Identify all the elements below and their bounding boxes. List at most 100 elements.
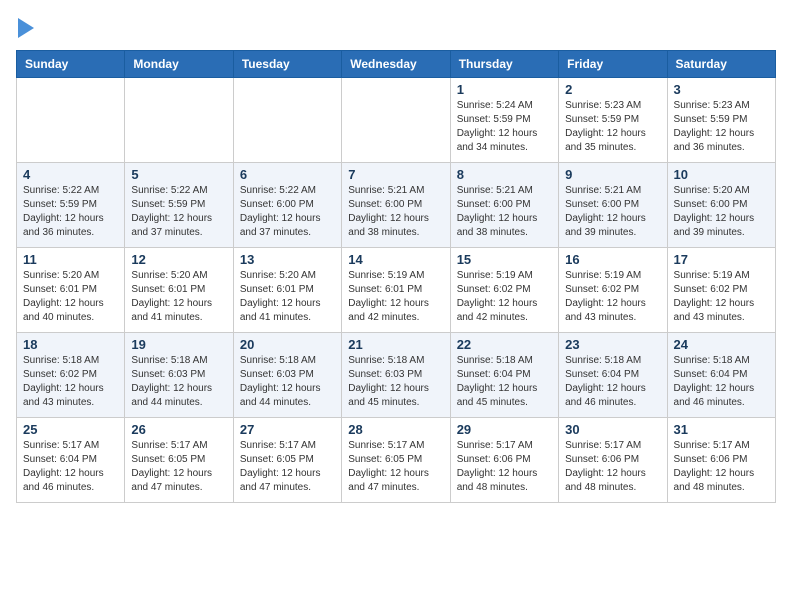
calendar-cell: 13 Sunrise: 5:20 AM Sunset: 6:01 PM Dayli… xyxy=(233,248,341,333)
day-info: Sunrise: 5:20 AM Sunset: 6:00 PM Dayligh… xyxy=(674,184,769,240)
day-info: Sunrise: 5:21 AM Sunset: 6:00 PM Dayligh… xyxy=(457,184,552,240)
calendar-cell: 1Sunrise: 5:24 AM Sunset: 5:59 PM Daylig… xyxy=(450,78,558,163)
calendar-cell: 20Sunrise: 5:18 AM Sunset: 6:03 PM Dayli… xyxy=(233,333,341,418)
day-number: 28 xyxy=(348,422,443,437)
day-info: Sunrise: 5:17 AM Sunset: 6:06 PM Dayligh… xyxy=(457,439,552,495)
day-number: 18 xyxy=(23,337,118,352)
calendar-cell: 25Sunrise: 5:17 AM Sunset: 6:04 PM Dayli… xyxy=(17,418,125,503)
calendar-cell: 2 Sunrise: 5:23 AM Sunset: 5:59 PM Daylig… xyxy=(559,78,667,163)
weekday-header-friday: Friday xyxy=(559,51,667,78)
day-number: 24 xyxy=(674,337,769,352)
day-number: 11 xyxy=(23,252,118,267)
day-number: 6 xyxy=(240,167,335,182)
weekday-header-saturday: Saturday xyxy=(667,51,775,78)
day-info: Sunrise: 5:19 AM Sunset: 6:02 PM Dayligh… xyxy=(565,269,660,325)
logo-arrow-icon xyxy=(18,18,34,38)
day-number: 27 xyxy=(240,422,335,437)
calendar-cell: 15 Sunrise: 5:19 AM Sunset: 6:02 PM Dayli… xyxy=(450,248,558,333)
calendar-week-4: 18 Sunrise: 5:18 AM Sunset: 6:02 PM Dayli… xyxy=(17,333,776,418)
calendar-cell: 29 Sunrise: 5:17 AM Sunset: 6:06 PM Dayli… xyxy=(450,418,558,503)
calendar-cell: 11 Sunrise: 5:20 AM Sunset: 6:01 PM Dayli… xyxy=(17,248,125,333)
weekday-header-row: SundayMondayTuesdayWednesdayThursdayFrid… xyxy=(17,51,776,78)
day-info: Sunrise: 5:20 AM Sunset: 6:01 PM Dayligh… xyxy=(23,269,118,325)
day-info: Sunrise: 5:18 AM Sunset: 6:04 PM Dayligh… xyxy=(457,354,552,410)
day-info: Sunrise: 5:17 AM Sunset: 6:06 PM Dayligh… xyxy=(565,439,660,495)
calendar-cell: 6 Sunrise: 5:22 AM Sunset: 6:00 PM Daylig… xyxy=(233,163,341,248)
weekday-header-sunday: Sunday xyxy=(17,51,125,78)
day-number: 31 xyxy=(674,422,769,437)
calendar-cell: 26 Sunrise: 5:17 AM Sunset: 6:05 PM Dayli… xyxy=(125,418,233,503)
day-info: Sunrise: 5:22 AM Sunset: 6:00 PM Dayligh… xyxy=(240,184,335,240)
day-info: Sunrise: 5:17 AM Sunset: 6:05 PM Dayligh… xyxy=(131,439,226,495)
day-info: Sunrise: 5:21 AM Sunset: 6:00 PM Dayligh… xyxy=(565,184,660,240)
day-number: 20 xyxy=(240,337,335,352)
day-number: 7 xyxy=(348,167,443,182)
day-info: Sunrise: 5:17 AM Sunset: 6:05 PM Dayligh… xyxy=(348,439,443,495)
day-info: Sunrise: 5:18 AM Sunset: 6:03 PM Dayligh… xyxy=(131,354,226,410)
day-number: 5 xyxy=(131,167,226,182)
calendar-cell: 8 Sunrise: 5:21 AM Sunset: 6:00 PM Daylig… xyxy=(450,163,558,248)
day-info: Sunrise: 5:17 AM Sunset: 6:04 PM Dayligh… xyxy=(23,439,118,495)
weekday-header-thursday: Thursday xyxy=(450,51,558,78)
day-number: 26 xyxy=(131,422,226,437)
day-info: Sunrise: 5:17 AM Sunset: 6:06 PM Dayligh… xyxy=(674,439,769,495)
day-number: 10 xyxy=(674,167,769,182)
day-number: 12 xyxy=(131,252,226,267)
day-info: Sunrise: 5:22 AM Sunset: 5:59 PM Dayligh… xyxy=(23,184,118,240)
day-number: 3 xyxy=(674,82,769,97)
calendar-cell: 23Sunrise: 5:18 AM Sunset: 6:04 PM Dayli… xyxy=(559,333,667,418)
day-info: Sunrise: 5:18 AM Sunset: 6:04 PM Dayligh… xyxy=(674,354,769,410)
day-number: 17 xyxy=(674,252,769,267)
logo xyxy=(16,16,34,38)
calendar-cell xyxy=(17,78,125,163)
day-number: 9 xyxy=(565,167,660,182)
calendar-week-5: 25Sunrise: 5:17 AM Sunset: 6:04 PM Dayli… xyxy=(17,418,776,503)
day-info: Sunrise: 5:17 AM Sunset: 6:05 PM Dayligh… xyxy=(240,439,335,495)
weekday-header-monday: Monday xyxy=(125,51,233,78)
weekday-header-tuesday: Tuesday xyxy=(233,51,341,78)
day-info: Sunrise: 5:20 AM Sunset: 6:01 PM Dayligh… xyxy=(131,269,226,325)
day-number: 22 xyxy=(457,337,552,352)
day-info: Sunrise: 5:23 AM Sunset: 5:59 PM Dayligh… xyxy=(565,99,660,155)
page-header xyxy=(16,16,776,38)
weekday-header-wednesday: Wednesday xyxy=(342,51,450,78)
calendar-cell: 28 Sunrise: 5:17 AM Sunset: 6:05 PM Dayli… xyxy=(342,418,450,503)
day-number: 29 xyxy=(457,422,552,437)
calendar-cell: 22 Sunrise: 5:18 AM Sunset: 6:04 PM Dayli… xyxy=(450,333,558,418)
day-number: 8 xyxy=(457,167,552,182)
day-info: Sunrise: 5:18 AM Sunset: 6:02 PM Dayligh… xyxy=(23,354,118,410)
day-info: Sunrise: 5:19 AM Sunset: 6:02 PM Dayligh… xyxy=(457,269,552,325)
calendar-cell: 14Sunrise: 5:19 AM Sunset: 6:01 PM Dayli… xyxy=(342,248,450,333)
calendar-cell: 12 Sunrise: 5:20 AM Sunset: 6:01 PM Dayli… xyxy=(125,248,233,333)
day-number: 4 xyxy=(23,167,118,182)
day-info: Sunrise: 5:19 AM Sunset: 6:01 PM Dayligh… xyxy=(348,269,443,325)
day-info: Sunrise: 5:19 AM Sunset: 6:02 PM Dayligh… xyxy=(674,269,769,325)
calendar-cell xyxy=(125,78,233,163)
calendar-cell: 19Sunrise: 5:18 AM Sunset: 6:03 PM Dayli… xyxy=(125,333,233,418)
calendar-cell: 30Sunrise: 5:17 AM Sunset: 6:06 PM Dayli… xyxy=(559,418,667,503)
day-info: Sunrise: 5:23 AM Sunset: 5:59 PM Dayligh… xyxy=(674,99,769,155)
calendar-cell: 5 Sunrise: 5:22 AM Sunset: 5:59 PM Daylig… xyxy=(125,163,233,248)
calendar-cell: 3 Sunrise: 5:23 AM Sunset: 5:59 PM Daylig… xyxy=(667,78,775,163)
calendar-cell xyxy=(233,78,341,163)
day-number: 16 xyxy=(565,252,660,267)
day-info: Sunrise: 5:22 AM Sunset: 5:59 PM Dayligh… xyxy=(131,184,226,240)
calendar-cell: 9 Sunrise: 5:21 AM Sunset: 6:00 PM Daylig… xyxy=(559,163,667,248)
day-info: Sunrise: 5:20 AM Sunset: 6:01 PM Dayligh… xyxy=(240,269,335,325)
calendar-week-3: 11 Sunrise: 5:20 AM Sunset: 6:01 PM Dayli… xyxy=(17,248,776,333)
day-number: 13 xyxy=(240,252,335,267)
day-number: 21 xyxy=(348,337,443,352)
day-info: Sunrise: 5:21 AM Sunset: 6:00 PM Dayligh… xyxy=(348,184,443,240)
calendar-cell: 18 Sunrise: 5:18 AM Sunset: 6:02 PM Dayli… xyxy=(17,333,125,418)
calendar-week-2: 4 Sunrise: 5:22 AM Sunset: 5:59 PM Daylig… xyxy=(17,163,776,248)
calendar-cell: 10 Sunrise: 5:20 AM Sunset: 6:00 PM Dayli… xyxy=(667,163,775,248)
calendar-week-1: 1Sunrise: 5:24 AM Sunset: 5:59 PM Daylig… xyxy=(17,78,776,163)
calendar-cell: 21 Sunrise: 5:18 AM Sunset: 6:03 PM Dayli… xyxy=(342,333,450,418)
calendar-cell: 27 Sunrise: 5:17 AM Sunset: 6:05 PM Dayli… xyxy=(233,418,341,503)
calendar-cell xyxy=(342,78,450,163)
calendar-cell: 4 Sunrise: 5:22 AM Sunset: 5:59 PM Daylig… xyxy=(17,163,125,248)
calendar-cell: 31 Sunrise: 5:17 AM Sunset: 6:06 PM Dayli… xyxy=(667,418,775,503)
day-number: 15 xyxy=(457,252,552,267)
day-number: 2 xyxy=(565,82,660,97)
day-info: Sunrise: 5:18 AM Sunset: 6:03 PM Dayligh… xyxy=(348,354,443,410)
